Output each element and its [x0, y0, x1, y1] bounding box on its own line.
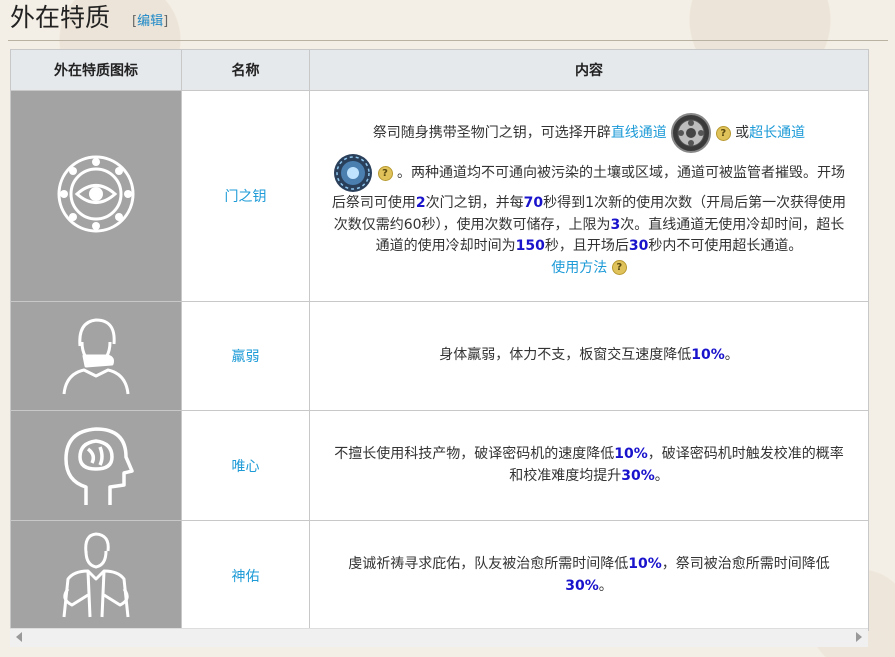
section-header: 外在特质 [编辑]: [8, 0, 888, 41]
straight-channel-link[interactable]: 直线通道: [611, 125, 667, 141]
straight-channel-wheel-icon: [671, 113, 712, 153]
trait-content-cell: 不擅长使用科技产物，破译密码机的速度降低10%，破译密码机时触发校准的概率和校准…: [309, 410, 869, 521]
usage-method-link[interactable]: 使用方法: [551, 260, 607, 276]
question-mark-icon[interactable]: ?: [611, 260, 627, 275]
horizontal-scrollbar[interactable]: [10, 628, 868, 647]
edit-section: [编辑]: [132, 10, 168, 29]
trait-name-cell: 门之钥: [181, 90, 310, 302]
scroll-left-arrow-icon[interactable]: [16, 632, 22, 642]
header-icon: 外在特质图标: [10, 49, 182, 91]
page-title: 外在特质: [10, 3, 111, 32]
trait-name-link[interactable]: 唯心: [232, 459, 260, 475]
table-row: 唯心 不擅长使用科技产物，破译密码机的速度降低10%，破译密码机时触发校准的概率…: [10, 410, 869, 521]
content-highlight: 3: [610, 216, 621, 233]
content-highlight: 30%: [565, 577, 599, 594]
traits-table: 外在特质图标 名称 内容 门之钥 祭司随身携带圣物门之钥，可选择开辟直线通道 ?…: [10, 49, 869, 631]
header-content: 内容: [309, 49, 869, 91]
brain-head-profile-icon: [64, 426, 134, 505]
content-highlight: 10%: [628, 556, 662, 572]
content-text: 祭司随身携带圣物门之钥，可选择开辟: [372, 125, 611, 141]
content-highlight: 10%: [691, 347, 725, 364]
content-highlight: 30: [628, 238, 649, 254]
content-text: 不擅长使用科技产物，破译密码机的速度降低: [334, 446, 615, 462]
trait-content-cell: 祭司随身携带圣物门之钥，可选择开辟直线通道 ? 或超长通道 ? 。两种通道均不可…: [309, 90, 869, 302]
scroll-right-arrow-icon[interactable]: [856, 632, 862, 642]
header-name: 名称: [181, 49, 310, 91]
trait-name-cell: 神佑: [181, 520, 310, 631]
trait-name-cell: 唯心: [181, 410, 310, 521]
question-mark-icon[interactable]: ?: [715, 125, 731, 141]
content-highlight: 150: [515, 238, 545, 254]
content-highlight: 70: [523, 195, 544, 211]
content-text: 秒内不可使用超长通道。: [648, 238, 803, 254]
content-highlight: 2: [415, 195, 426, 211]
trait-content-cell: 身体羸弱，体力不支，板窗交互速度降低10%。: [309, 301, 869, 411]
table-header-row: 外在特质图标 名称 内容: [10, 49, 869, 91]
content-text: 次门之钥，并每: [425, 195, 524, 211]
trait-icon-cell: [10, 90, 182, 302]
content-text: 身体羸弱，体力不支，板窗交互速度降低: [439, 347, 692, 364]
trait-name-link[interactable]: 门之钥: [225, 189, 267, 205]
long-channel-orb-icon: [334, 154, 373, 192]
table-row: 门之钥 祭司随身携带圣物门之钥，可选择开辟直线通道 ? 或超长通道 ? 。两种通…: [10, 90, 869, 302]
door-key-eye-emblem-icon: [57, 155, 135, 233]
content-text: 或: [735, 125, 750, 141]
content-text: 秒，且开场后: [544, 238, 629, 254]
edit-link[interactable]: 编辑: [137, 14, 163, 29]
trait-name-link[interactable]: 羸弱: [232, 349, 260, 365]
edit-bracket-close: ]: [163, 14, 169, 29]
trait-name-cell: 羸弱: [181, 301, 310, 411]
content-text: 。: [724, 347, 739, 364]
frail-coughing-man-icon: [62, 318, 130, 395]
trait-icon-cell: [10, 520, 182, 631]
trait-icon-cell: [10, 410, 182, 521]
table-row: 神佑 虔诚祈祷寻求庇佑，队友被治愈所需时间降低10%，祭司被治愈所需时间降低 30…: [10, 520, 869, 631]
content-text: 虔诚祈祷寻求庇佑，队友被治愈所需时间降低: [348, 556, 629, 572]
content-text: ，祭司被治愈所需时间降低: [661, 556, 830, 572]
question-mark-icon[interactable]: ?: [377, 165, 393, 181]
long-channel-link[interactable]: 超长通道: [749, 125, 805, 141]
trait-content-cell: 虔诚祈祷寻求庇佑，队友被治愈所需时间降低10%，祭司被治愈所需时间降低 30%。: [309, 520, 869, 631]
content-highlight: 30%: [621, 467, 655, 484]
praying-figure-icon: [62, 532, 130, 617]
content-highlight: 10%: [614, 446, 648, 462]
content-text: 。: [598, 577, 613, 594]
content-text: 。: [654, 467, 669, 484]
table-row: 羸弱 身体羸弱，体力不支，板窗交互速度降低10%。: [10, 301, 869, 411]
trait-icon-cell: [10, 301, 182, 411]
trait-name-link[interactable]: 神佑: [232, 569, 260, 585]
